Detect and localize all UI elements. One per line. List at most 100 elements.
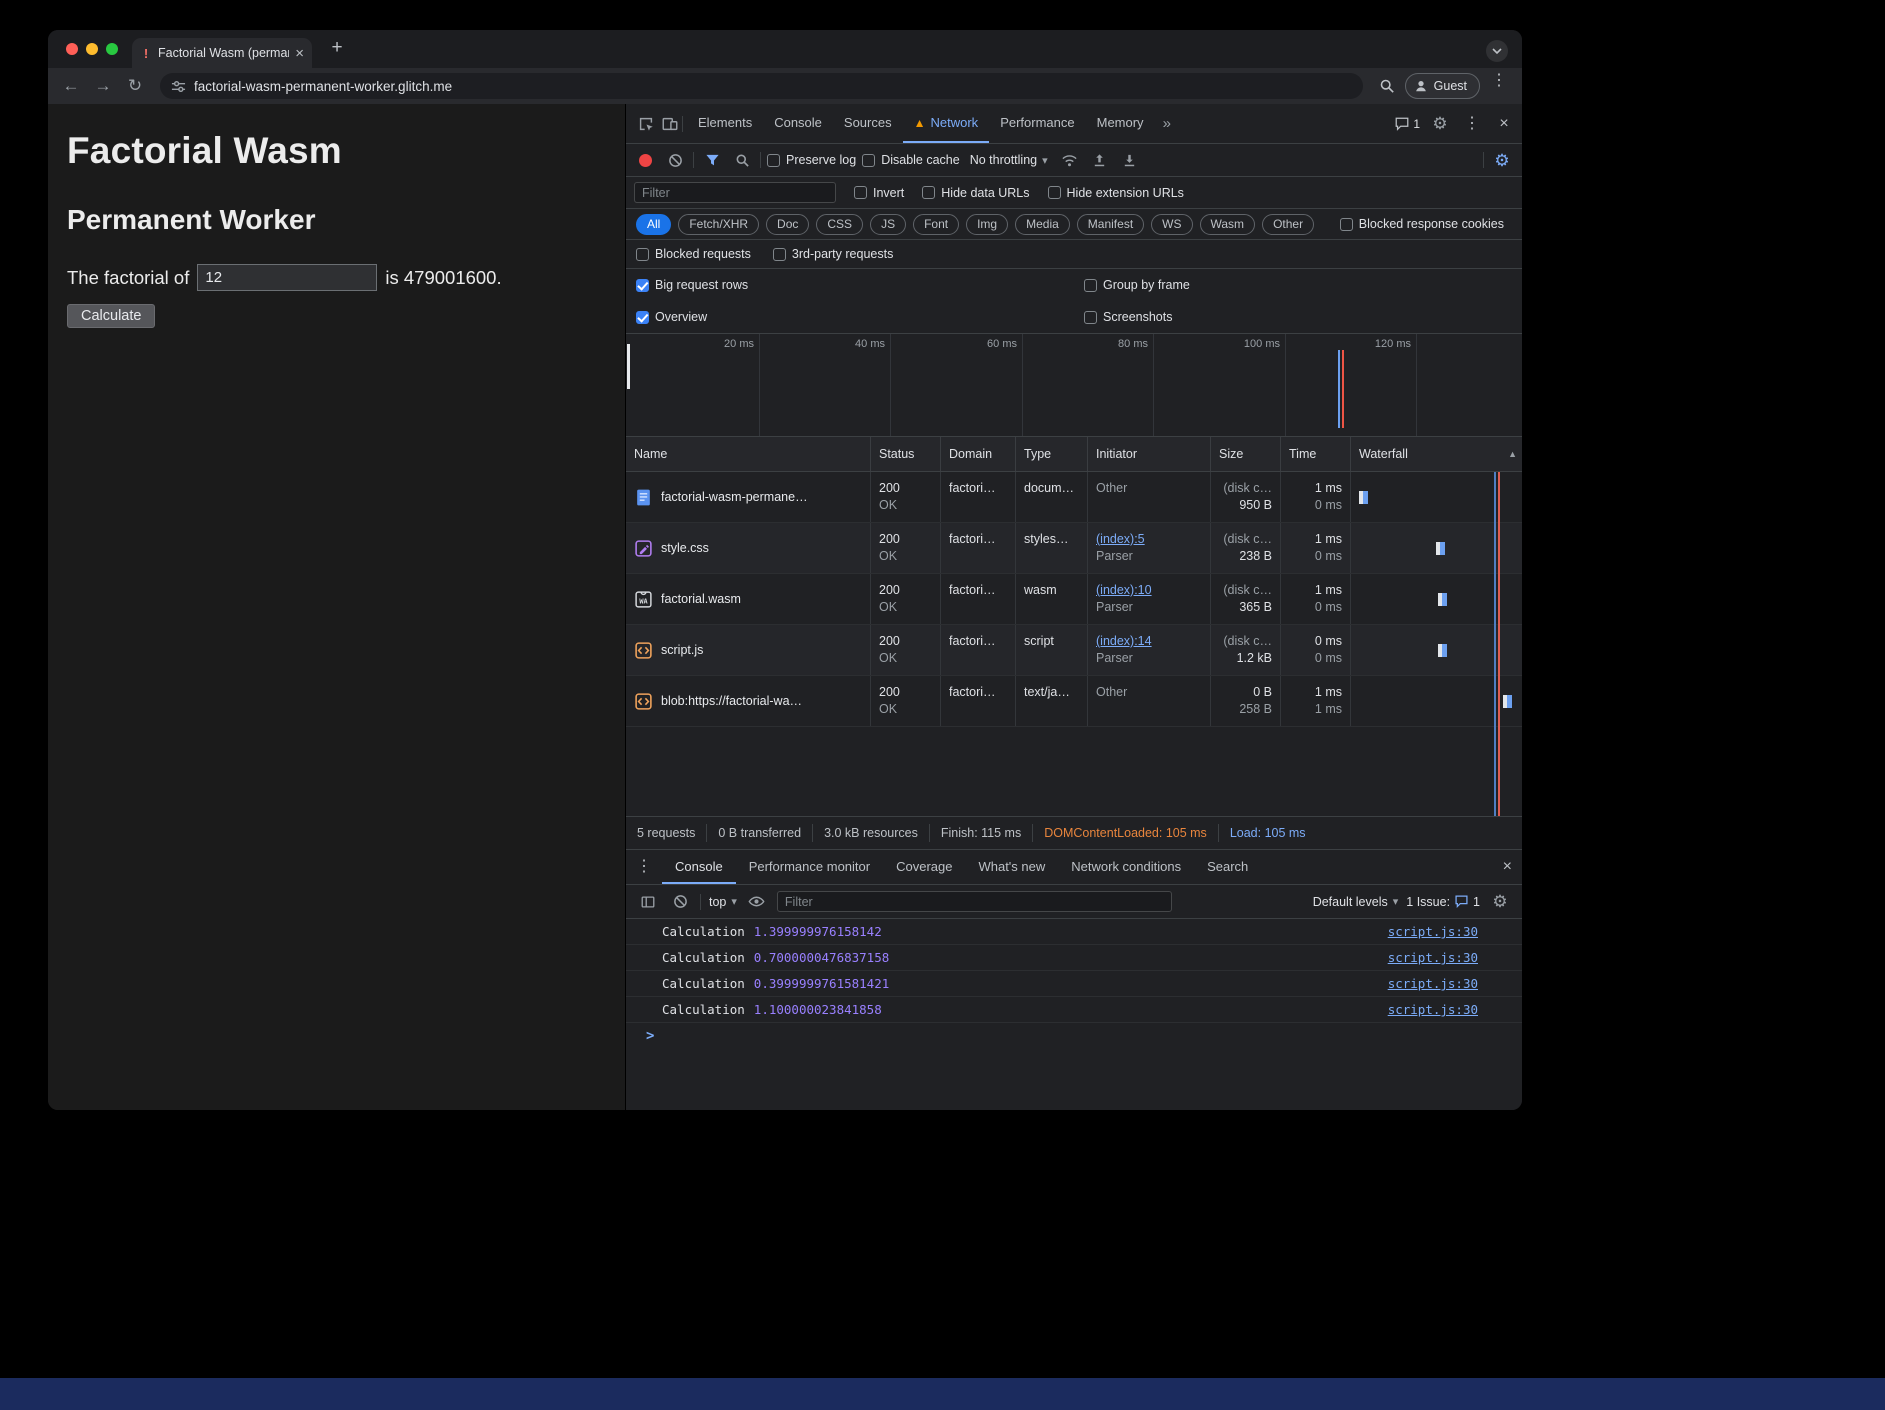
issues-indicator[interactable]: 1 Issue: 1 [1406, 894, 1480, 909]
new-tab-button[interactable]: + [324, 36, 350, 62]
network-request-row[interactable]: script.js 200OK factori… script (index):… [626, 625, 1522, 676]
export-har-icon[interactable] [1118, 148, 1142, 172]
sort-arrow-icon[interactable]: ▲ [1508, 449, 1517, 459]
filter-chip-other[interactable]: Other [1262, 214, 1314, 235]
tab-network[interactable]: ▲ Network [903, 104, 990, 143]
zoom-icon[interactable] [1375, 74, 1399, 98]
console-sidebar-icon[interactable] [636, 890, 660, 914]
filter-chip-js[interactable]: JS [870, 214, 906, 235]
filter-chip-all[interactable]: All [636, 214, 671, 235]
network-request-row[interactable]: WA factorial.wasm 200OK factori… wasm (i… [626, 574, 1522, 625]
console-filter-input[interactable] [777, 891, 1172, 912]
overview-checkbox[interactable]: Overview [636, 301, 1084, 333]
network-overview-timeline[interactable]: 20 ms 40 ms 60 ms 80 ms 100 ms 120 ms 14 [626, 334, 1522, 437]
fullscreen-window-button[interactable] [106, 43, 118, 55]
console-log-entry[interactable]: Calculation 0.7000000476837158 script.js… [626, 945, 1522, 971]
filter-icon[interactable] [700, 148, 724, 172]
console-settings-icon[interactable]: ⚙ [1488, 890, 1512, 914]
drawer-menu-icon[interactable]: ⋮ [636, 859, 652, 875]
initiator-link[interactable]: (index):10 [1096, 582, 1202, 599]
source-link[interactable]: script.js:30 [1388, 924, 1478, 939]
issues-counter[interactable]: 1 [1394, 116, 1420, 132]
tab-performance[interactable]: Performance [989, 104, 1085, 143]
drawer-tab-console[interactable]: Console [662, 850, 736, 884]
console-log-entry[interactable]: Calculation 1.100000023841858 script.js:… [626, 997, 1522, 1023]
filter-chip-wasm[interactable]: Wasm [1200, 214, 1256, 235]
screenshots-checkbox[interactable]: Screenshots [1084, 301, 1522, 333]
disable-cache-checkbox[interactable]: Disable cache [862, 153, 960, 167]
filter-chip-fetch-xhr[interactable]: Fetch/XHR [678, 214, 759, 235]
filter-chip-css[interactable]: CSS [816, 214, 863, 235]
filter-chip-ws[interactable]: WS [1151, 214, 1192, 235]
back-button[interactable]: ← [58, 73, 84, 99]
column-header-type[interactable]: Type [1016, 437, 1088, 471]
eye-icon[interactable] [745, 890, 769, 914]
console-context-selector[interactable]: top ▾ [709, 895, 737, 909]
column-header-domain[interactable]: Domain [941, 437, 1016, 471]
device-toolbar-icon[interactable] [658, 112, 682, 136]
invert-checkbox[interactable]: Invert [854, 186, 904, 200]
minimize-window-button[interactable] [86, 43, 98, 55]
network-settings-icon[interactable]: ⚙ [1490, 148, 1514, 172]
filter-chip-media[interactable]: Media [1015, 214, 1070, 235]
hide-data-urls-checkbox[interactable]: Hide data URLs [922, 186, 1029, 200]
tab-sources[interactable]: Sources [833, 104, 903, 143]
site-settings-icon[interactable] [170, 78, 186, 94]
initiator-link[interactable]: (index):5 [1096, 531, 1202, 548]
search-icon[interactable] [730, 148, 754, 172]
column-header-initiator[interactable]: Initiator [1088, 437, 1211, 471]
drawer-close-icon[interactable]: × [1503, 859, 1512, 875]
network-request-row[interactable]: factorial-wasm-permane… 200OK factori… d… [626, 472, 1522, 523]
network-request-row[interactable]: style.css 200OK factori… styles… (index)… [626, 523, 1522, 574]
browser-tab[interactable]: ! Factorial Wasm (permanent W × [132, 38, 312, 68]
record-network-log-button[interactable] [639, 154, 652, 167]
third-party-requests-checkbox[interactable]: 3rd-party requests [773, 247, 893, 261]
clear-network-log-icon[interactable] [663, 148, 687, 172]
blocked-response-cookies-checkbox[interactable]: Blocked response cookies [1340, 217, 1504, 231]
log-levels-dropdown[interactable]: Default levels ▾ [1313, 895, 1399, 909]
overview-selection-handle[interactable] [627, 344, 630, 389]
big-request-rows-checkbox[interactable]: Big request rows [636, 269, 1084, 301]
column-header-time[interactable]: Time [1281, 437, 1351, 471]
calculate-button[interactable]: Calculate [67, 304, 155, 328]
reload-button[interactable]: ↻ [122, 73, 148, 99]
profile-button[interactable]: Guest [1405, 73, 1480, 99]
clear-console-icon[interactable] [668, 890, 692, 914]
source-link[interactable]: script.js:30 [1388, 976, 1478, 991]
drawer-tab-network-conditions[interactable]: Network conditions [1058, 850, 1194, 884]
drawer-tab-performance-monitor[interactable]: Performance monitor [736, 850, 883, 884]
tab-close-icon[interactable]: × [295, 46, 304, 61]
console-log-entry[interactable]: Calculation 0.3999999761581421 script.js… [626, 971, 1522, 997]
hide-extension-urls-checkbox[interactable]: Hide extension URLs [1048, 186, 1184, 200]
import-har-icon[interactable] [1088, 148, 1112, 172]
network-request-row[interactable]: blob:https://factorial-wa… 200OK factori… [626, 676, 1522, 727]
network-conditions-icon[interactable] [1058, 148, 1082, 172]
more-tabs-icon[interactable]: » [1155, 104, 1179, 143]
tab-memory[interactable]: Memory [1086, 104, 1155, 143]
address-bar[interactable]: factorial-wasm-permanent-worker.glitch.m… [160, 73, 1363, 99]
drawer-tab-search[interactable]: Search [1194, 850, 1261, 884]
source-link[interactable]: script.js:30 [1388, 950, 1478, 965]
tab-console[interactable]: Console [763, 104, 833, 143]
column-header-waterfall[interactable]: Waterfall [1351, 437, 1522, 471]
preserve-log-checkbox[interactable]: Preserve log [767, 153, 856, 167]
tab-search-button[interactable] [1486, 40, 1508, 62]
filter-chip-font[interactable]: Font [913, 214, 959, 235]
filter-chip-manifest[interactable]: Manifest [1077, 214, 1144, 235]
factorial-input[interactable] [197, 264, 377, 291]
network-filter-input[interactable] [634, 182, 836, 203]
console-prompt[interactable]: > [626, 1023, 1522, 1049]
column-header-status[interactable]: Status [871, 437, 941, 471]
throttling-dropdown[interactable]: No throttling ▾ [966, 151, 1052, 169]
devtools-close-icon[interactable]: × [1492, 112, 1516, 136]
tab-elements[interactable]: Elements [687, 104, 763, 143]
drawer-tab-coverage[interactable]: Coverage [883, 850, 965, 884]
browser-menu-button[interactable]: ⋮ [1486, 73, 1512, 99]
initiator-link[interactable]: (index):14 [1096, 633, 1202, 650]
source-link[interactable]: script.js:30 [1388, 1002, 1478, 1017]
filter-chip-doc[interactable]: Doc [766, 214, 809, 235]
group-by-frame-checkbox[interactable]: Group by frame [1084, 269, 1522, 301]
inspect-element-icon[interactable] [634, 112, 658, 136]
forward-button[interactable]: → [90, 73, 116, 99]
devtools-settings-icon[interactable]: ⚙ [1428, 112, 1452, 136]
